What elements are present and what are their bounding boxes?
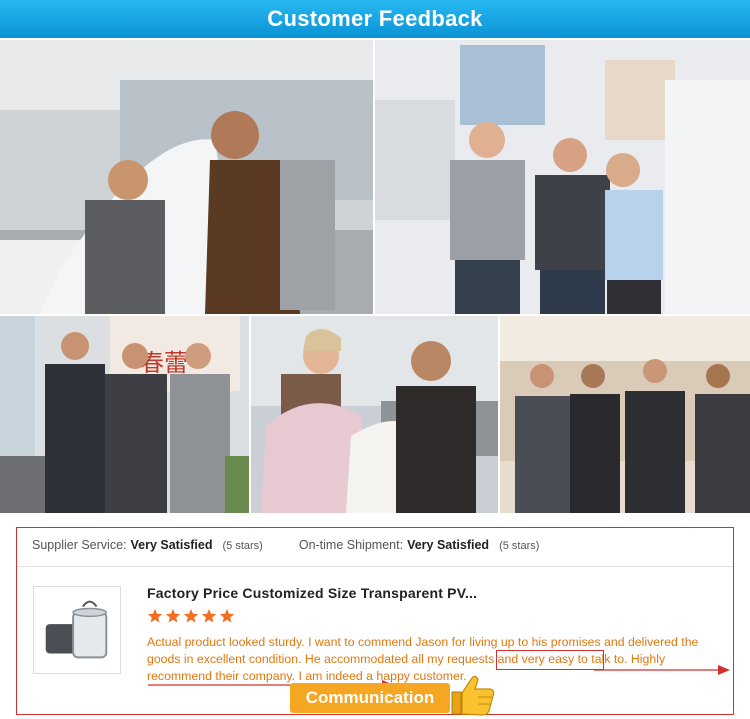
supplier-service-stars: (5 stars) — [222, 540, 263, 552]
product-thumbnail[interactable] — [33, 586, 121, 674]
star-icon — [183, 609, 199, 623]
divider — [17, 566, 733, 567]
photo-office-visit: 春蕾 — [0, 316, 249, 513]
photo-business-meeting — [500, 316, 750, 513]
arrow-right-icon — [594, 665, 730, 675]
supplier-service-value: Very Satisfied — [130, 538, 213, 552]
photo-pillow-inspection — [251, 316, 498, 513]
header-banner: Customer Feedback — [0, 0, 750, 38]
shipment-label: On-time Shipment: — [298, 538, 404, 552]
highlight-box — [496, 650, 604, 670]
star-icon — [165, 609, 181, 623]
communication-badge: Communication — [290, 683, 450, 713]
product-title[interactable]: Factory Price Customized Size Transparen… — [147, 585, 477, 601]
page-title: Customer Feedback — [267, 6, 483, 31]
star-rating — [147, 608, 235, 624]
shipment-stars: (5 stars) — [499, 540, 540, 552]
photo-factory-inspection — [0, 40, 373, 314]
shipment-value: Very Satisfied — [407, 538, 490, 552]
review-text: Actual product looked sturdy. I want to … — [147, 635, 699, 683]
ratings-row: Supplier Service: Very Satisfied (5 star… — [32, 538, 539, 552]
star-icon — [219, 609, 235, 623]
thumbs-up-icon — [451, 675, 495, 716]
supplier-service-label: Supplier Service: — [32, 538, 127, 552]
star-icon — [201, 609, 217, 623]
star-icon — [147, 609, 163, 623]
photo-trade-fair-booth — [375, 40, 750, 314]
